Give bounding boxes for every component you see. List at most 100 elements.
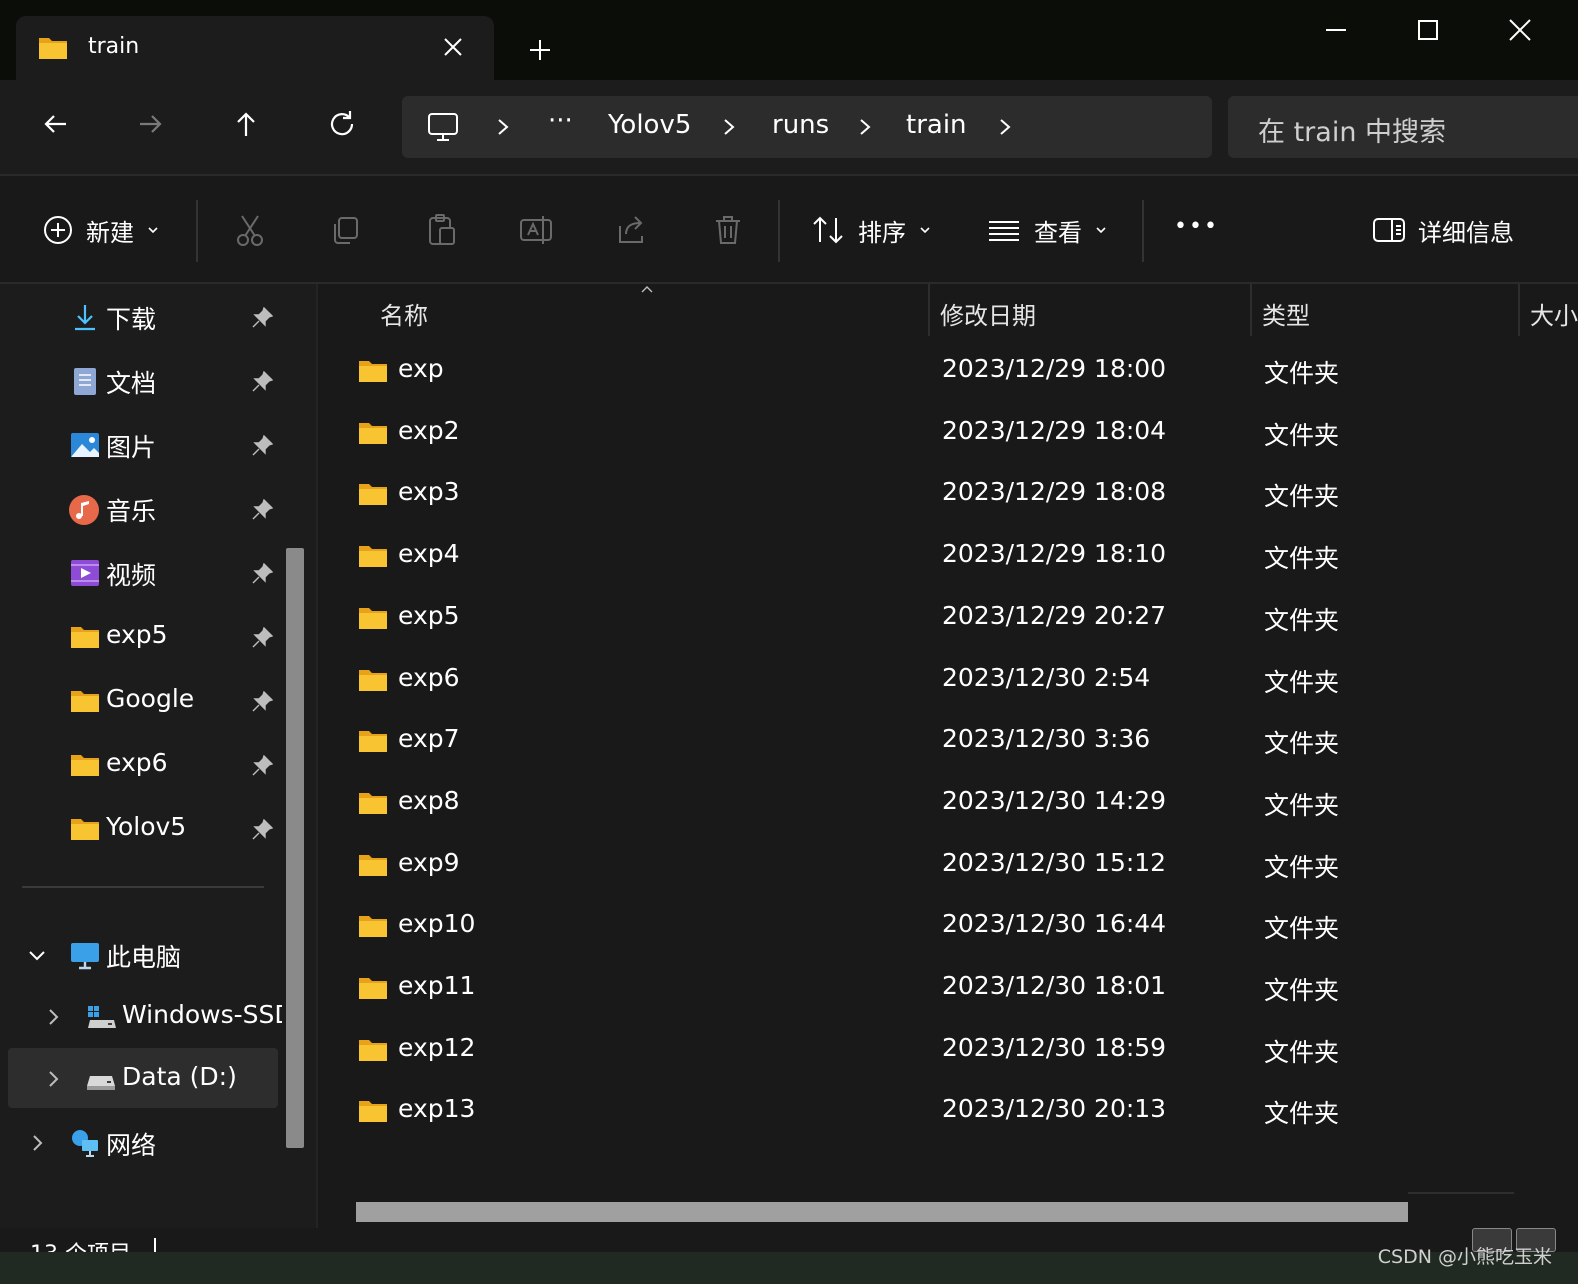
table-row[interactable]: exp11 2023/12/30 18:01 文件夹	[318, 961, 1578, 1023]
tab-train[interactable]: train	[16, 16, 494, 80]
horizontal-scrollbar[interactable]	[356, 1202, 1408, 1222]
pin-icon[interactable]	[250, 626, 274, 650]
chevron-right-icon[interactable]	[718, 114, 740, 140]
chevron-right-icon[interactable]	[26, 1132, 48, 1154]
address-bar[interactable]: ··· Yolov5 runs train	[402, 96, 1212, 158]
table-row[interactable]: exp13 2023/12/30 20:13 文件夹	[318, 1084, 1578, 1146]
table-row[interactable]: exp4 2023/12/29 18:10 文件夹	[318, 529, 1578, 591]
folder-icon	[359, 669, 387, 691]
details-label: 详细信息	[1418, 218, 1514, 247]
column-header-name[interactable]: 名称	[380, 296, 428, 331]
table-row[interactable]: exp7 2023/12/30 3:36 文件夹	[318, 714, 1578, 776]
sidebar-item-label: Data (D:)	[122, 1062, 237, 1091]
table-row[interactable]: exp5 2023/12/29 20:27 文件夹	[318, 591, 1578, 653]
sidebar-item-documents[interactable]: 文档	[0, 350, 290, 410]
sidebar-item-network[interactable]: 网络	[0, 1112, 290, 1172]
sidebar-item-downloads[interactable]: 下载	[0, 286, 290, 346]
file-name: exp9	[398, 847, 460, 877]
more-options-button[interactable]: •••	[1174, 206, 1219, 246]
sidebar-item-google[interactable]: Google	[0, 670, 290, 730]
rename-icon[interactable]	[516, 210, 556, 250]
search-placeholder: 在 train 中搜索	[1258, 117, 1447, 148]
table-row[interactable]: exp 2023/12/29 18:00 文件夹	[318, 344, 1578, 406]
chevron-right-icon[interactable]	[854, 114, 876, 140]
sidebar-item-data-d[interactable]: Data (D:)	[8, 1048, 278, 1108]
delete-icon[interactable]	[708, 210, 748, 250]
table-row[interactable]: exp12 2023/12/30 18:59 文件夹	[318, 1023, 1578, 1085]
view-label: 查看	[1034, 218, 1082, 247]
pin-icon[interactable]	[250, 370, 274, 394]
pin-icon[interactable]	[250, 562, 274, 586]
new-button[interactable]: 新建	[42, 210, 160, 250]
maximize-icon[interactable]	[1408, 10, 1448, 50]
table-row[interactable]: exp10 2023/12/30 16:44 文件夹	[318, 899, 1578, 961]
sort-button[interactable]: 排序	[810, 210, 932, 250]
breadcrumb-runs[interactable]: runs	[772, 110, 829, 140]
sidebar-item-videos[interactable]: 视频	[0, 542, 290, 602]
sidebar-item-exp5[interactable]: exp5	[0, 606, 290, 666]
details-button[interactable]: 详细信息	[1372, 210, 1514, 250]
chevron-down-icon[interactable]	[26, 944, 48, 966]
new-tab-icon[interactable]	[522, 32, 558, 68]
folder-icon	[359, 731, 387, 753]
pin-icon[interactable]	[250, 434, 274, 458]
close-window-icon[interactable]	[1500, 10, 1540, 50]
chevron-right-icon[interactable]	[994, 114, 1016, 140]
column-separator[interactable]	[928, 284, 930, 336]
search-input[interactable]: 在 train 中搜索	[1228, 96, 1578, 158]
file-type: 文件夹	[1264, 976, 1340, 1005]
sidebar-item-pictures[interactable]: 图片	[0, 414, 290, 474]
pin-icon[interactable]	[250, 498, 274, 522]
pin-icon[interactable]	[250, 690, 274, 714]
breadcrumb-yolov5[interactable]: Yolov5	[608, 110, 691, 140]
copy-icon[interactable]	[326, 210, 366, 250]
sidebar-item-exp6[interactable]: exp6	[0, 734, 290, 794]
status-bar: 13 个项目	[0, 1228, 1578, 1267]
table-row[interactable]: exp3 2023/12/29 18:08 文件夹	[318, 467, 1578, 529]
file-date: 2023/12/30 3:36	[942, 724, 1151, 754]
chevron-right-icon[interactable]	[42, 1068, 64, 1090]
toolbar-separator	[196, 200, 198, 262]
view-button[interactable]: 查看	[986, 210, 1108, 250]
sidebar-scrollbar[interactable]	[286, 548, 304, 1148]
pin-icon[interactable]	[250, 818, 274, 842]
pin-icon[interactable]	[250, 754, 274, 778]
column-separator[interactable]	[1518, 284, 1520, 336]
cut-icon[interactable]	[230, 210, 270, 250]
table-row[interactable]: exp6 2023/12/30 2:54 文件夹	[318, 653, 1578, 715]
file-type: 文件夹	[1264, 667, 1340, 697]
sidebar-item-this-pc[interactable]: 此电脑	[0, 924, 290, 984]
table-row[interactable]: exp2 2023/12/29 18:04 文件夹	[318, 406, 1578, 468]
navigation-bar: ··· Yolov5 runs train 在 train 中搜索	[0, 80, 1578, 174]
column-separator[interactable]	[1250, 284, 1252, 336]
file-name: exp7	[398, 724, 460, 754]
file-list: 名称 修改日期 类型 大小 exp 2023/12/29 18:00 文件夹 exp2…	[316, 284, 1578, 1228]
table-row[interactable]: exp8 2023/12/30 14:29 文件夹	[318, 776, 1578, 838]
breadcrumb-more[interactable]: ···	[548, 106, 573, 136]
share-icon[interactable]	[612, 210, 652, 250]
file-date: 2023/12/29 18:04	[942, 415, 1167, 445]
column-header-size[interactable]: 大小	[1530, 296, 1578, 331]
chevron-right-icon[interactable]	[492, 114, 514, 140]
add-circle-icon	[44, 216, 72, 244]
chevron-right-icon[interactable]	[42, 1006, 64, 1028]
minimize-icon[interactable]	[1316, 10, 1356, 50]
sidebar-item-windows-ssd[interactable]: Windows-SSD	[0, 986, 290, 1046]
sidebar-item-music[interactable]: 音乐	[0, 478, 290, 538]
back-arrow-icon[interactable]	[36, 104, 76, 144]
close-tab-icon[interactable]	[440, 34, 466, 60]
sidebar-item-label: 视频	[106, 561, 157, 590]
column-header-type[interactable]: 类型	[1262, 296, 1310, 331]
refresh-icon[interactable]	[322, 104, 362, 144]
file-name: exp12	[398, 1032, 476, 1062]
computer-icon[interactable]	[426, 110, 460, 144]
column-header-date[interactable]: 修改日期	[940, 296, 1036, 331]
pin-icon[interactable]	[250, 306, 274, 330]
forward-arrow-icon[interactable]	[130, 104, 170, 144]
breadcrumb-train[interactable]: train	[906, 110, 967, 140]
computer-icon	[71, 943, 99, 970]
table-row[interactable]: exp9 2023/12/30 15:12 文件夹	[318, 838, 1578, 900]
up-arrow-icon[interactable]	[226, 104, 266, 144]
sidebar-item-yolov5[interactable]: Yolov5	[0, 798, 290, 858]
paste-icon[interactable]	[422, 210, 462, 250]
